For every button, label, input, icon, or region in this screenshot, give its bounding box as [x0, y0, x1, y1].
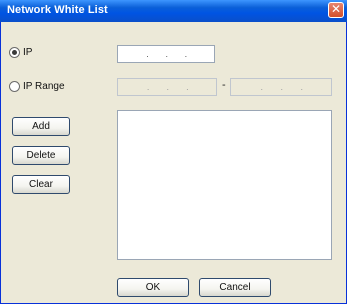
ip-range-radio-button[interactable]	[9, 81, 20, 92]
close-icon: ✕	[330, 2, 342, 16]
cancel-button[interactable]: Cancel	[199, 278, 271, 297]
ip-dot-1: .	[260, 82, 264, 92]
ip-range-start-input[interactable]: . . .	[117, 78, 217, 96]
ip-dot-3: .	[186, 82, 189, 92]
title-bar[interactable]: Network White List ✕	[0, 0, 347, 22]
window-title: Network White List	[7, 4, 108, 16]
ip-range-end-input[interactable]: . . .	[230, 78, 332, 96]
ip-dot-3: .	[300, 82, 304, 92]
ip-dot-3: .	[184, 49, 188, 59]
ip-dot-1: .	[146, 49, 149, 59]
add-button[interactable]: Add	[12, 117, 70, 136]
ip-radio-button[interactable]	[9, 47, 20, 58]
close-button[interactable]: ✕	[328, 2, 344, 18]
ok-button[interactable]: OK	[117, 278, 189, 297]
ip-dot-2: .	[166, 82, 169, 92]
whitelist-listbox[interactable]	[117, 110, 332, 260]
ip-dot-2: .	[280, 82, 284, 92]
range-separator: -	[222, 79, 226, 91]
dialog-window: Network White List ✕ IP . . . IP Range .…	[0, 0, 347, 304]
ip-address-input[interactable]: . . .	[117, 45, 215, 63]
delete-button[interactable]: Delete	[12, 146, 70, 165]
ip-dot-2: .	[165, 49, 168, 59]
clear-button[interactable]: Clear	[12, 175, 70, 194]
ip-range-radio-label: IP Range	[23, 81, 65, 92]
ip-range-radio-option[interactable]: IP Range	[9, 81, 65, 92]
ip-radio-label: IP	[23, 47, 33, 58]
ip-dot-1: .	[146, 82, 150, 92]
ip-radio-option[interactable]: IP	[9, 47, 32, 58]
